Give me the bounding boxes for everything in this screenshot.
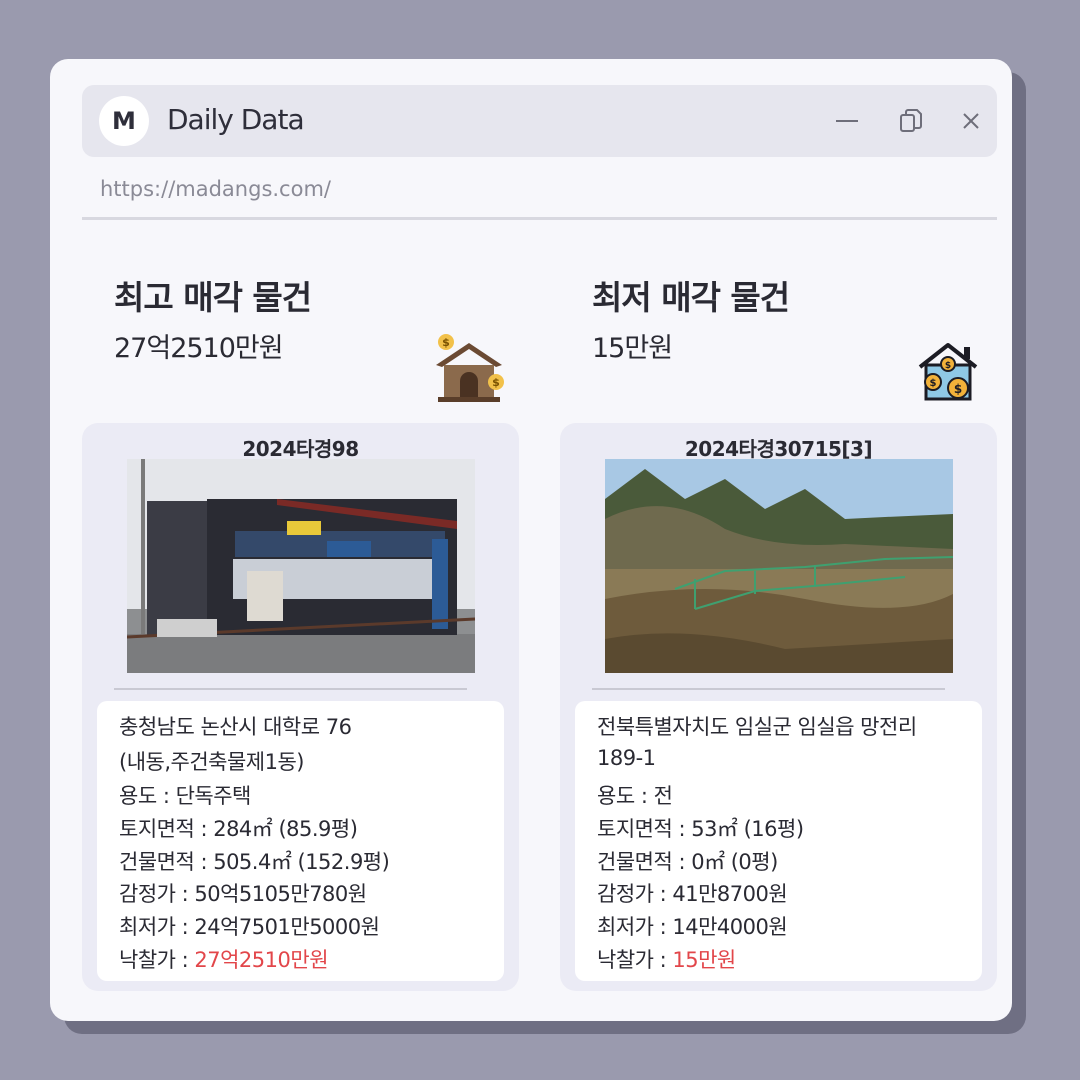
svg-text:$: $ xyxy=(945,361,951,371)
close-icon xyxy=(963,113,979,129)
house-money-icon: $ $ xyxy=(436,334,504,402)
lowest-sale-heading: 최저 매각 물건 xyxy=(592,278,790,317)
appraisal-price: 감정가 : 41만8700원 xyxy=(597,882,788,906)
close-button[interactable] xyxy=(953,103,989,139)
address-line2: (내동,주건축물제1동) xyxy=(119,750,304,774)
property-info: 충청남도 논산시 대학로 76 (내동,주건축물제1동) 용도 : 단독주택 토… xyxy=(97,701,504,981)
winning-bid-label: 낙찰가 : xyxy=(119,948,195,972)
address-line1: 전북특별자치도 임실군 임실읍 망전리 xyxy=(597,715,917,739)
svg-text:$: $ xyxy=(954,382,962,396)
winning-bid: 낙찰가 : 15만원 xyxy=(597,944,736,974)
case-number: 2024타경98 xyxy=(242,437,359,461)
lowest-sale-card[interactable]: 2024타경30715[3] 전북특별자치도 임실군 임실읍 망전리 189-1… xyxy=(560,423,997,991)
highest-sale-price: 27억2510만원 xyxy=(114,333,284,364)
copy-button[interactable] xyxy=(893,103,929,139)
app-window: M Daily Data https://madangs.com/ 최고 매각 … xyxy=(50,59,1012,1021)
minimize-button[interactable] xyxy=(829,103,865,139)
card-divider xyxy=(592,688,945,690)
title-bar: M Daily Data xyxy=(82,85,997,157)
usage: 용도 : 단독주택 xyxy=(119,784,251,808)
svg-text:$: $ xyxy=(930,378,937,389)
building-area: 건물면적 : 0㎡ (0평) xyxy=(597,850,778,874)
appraisal-price: 감정가 : 50억5105만780원 xyxy=(119,882,367,906)
commercial-building-photo xyxy=(127,459,475,673)
url-text[interactable]: https://madangs.com/ xyxy=(100,177,331,201)
app-title: Daily Data xyxy=(167,103,305,136)
minimum-price: 최저가 : 14만4000원 xyxy=(597,915,788,939)
winning-bid-value: 27억2510만원 xyxy=(194,948,329,972)
svg-text:$: $ xyxy=(492,376,500,389)
app-logo: M xyxy=(99,96,149,146)
svg-text:$: $ xyxy=(442,336,450,349)
address-line1: 충청남도 논산시 대학로 76 xyxy=(119,715,352,739)
copy-icon xyxy=(900,109,922,132)
card-divider xyxy=(114,688,467,690)
property-info: 전북특별자치도 임실군 임실읍 망전리 189-1 용도 : 전 토지면적 : … xyxy=(575,701,982,981)
header-divider xyxy=(82,217,997,220)
highest-sale-card[interactable]: 2024타경98 충청남도 논산시 대학로 76 (내동,주건축물제1동) 용도… xyxy=(82,423,519,991)
building-area: 건물면적 : 505.4㎡ (152.9평) xyxy=(119,850,390,874)
case-number: 2024타경30715[3] xyxy=(684,437,873,461)
winning-bid: 낙찰가 : 27억2510만원 xyxy=(119,944,329,974)
lowest-sale-price: 15만원 xyxy=(592,333,673,364)
land-area: 토지면적 : 284㎡ (85.9평) xyxy=(119,817,358,841)
winning-bid-value: 15만원 xyxy=(672,948,736,972)
house-coins-icon: $ $ $ xyxy=(918,343,978,401)
farmland-photo xyxy=(605,459,953,673)
minimize-icon xyxy=(836,120,858,122)
highest-sale-heading: 최고 매각 물건 xyxy=(114,278,312,317)
address-line2: 189-1 xyxy=(597,746,656,770)
minimum-price: 최저가 : 24억7501만5000원 xyxy=(119,915,380,939)
winning-bid-label: 낙찰가 : xyxy=(597,948,673,972)
usage: 용도 : 전 xyxy=(597,784,673,808)
land-area: 토지면적 : 53㎡ (16평) xyxy=(597,817,804,841)
